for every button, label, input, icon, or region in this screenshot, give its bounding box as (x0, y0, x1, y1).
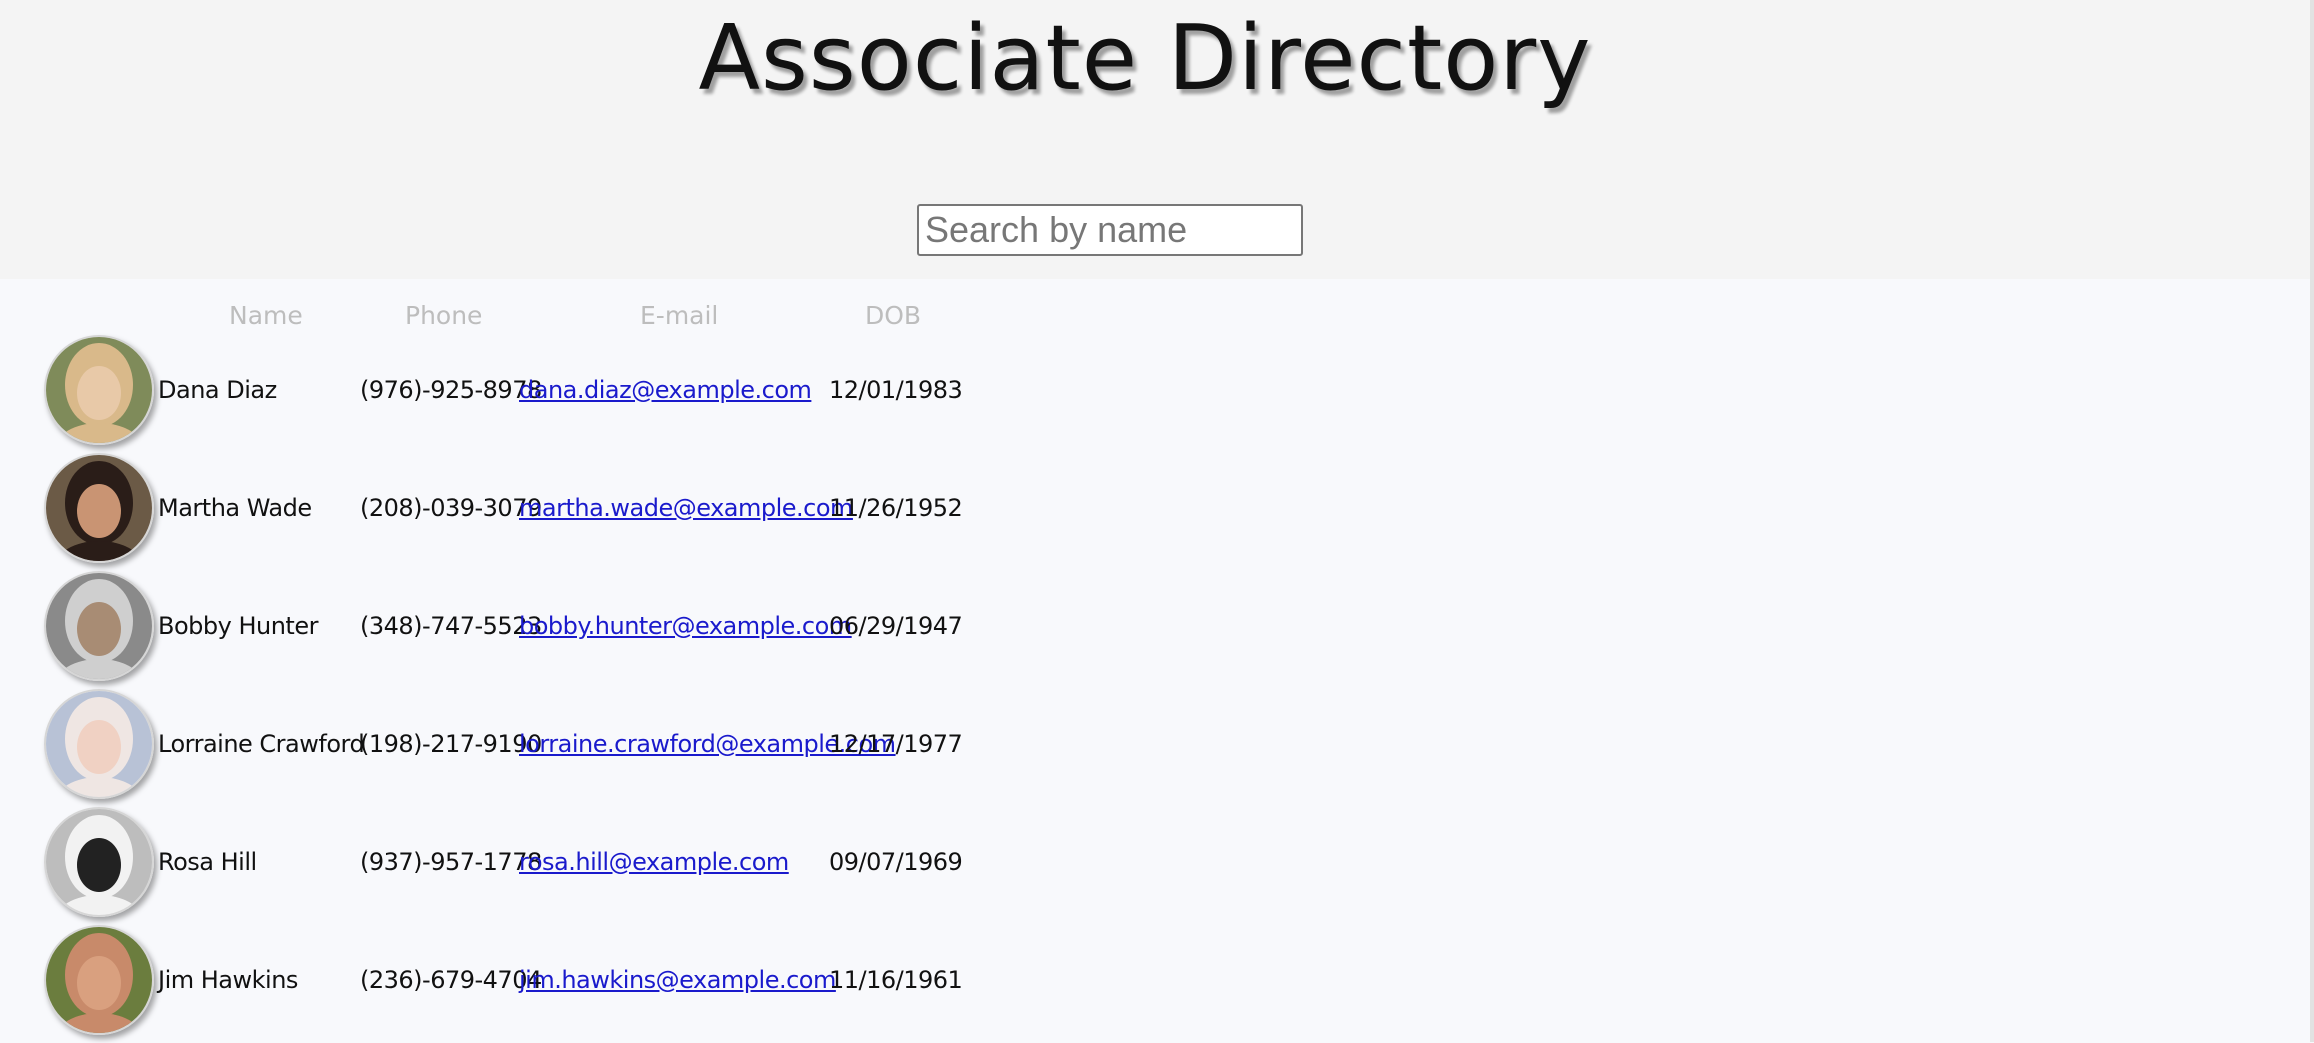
employee-dob: 09/07/1969 (829, 848, 963, 876)
employee-dob: 12/17/1977 (829, 730, 963, 758)
page-header: Associate Directory (0, 0, 2310, 279)
avatar (44, 807, 154, 917)
table-row: Lorraine Crawford (198)-217-9190 lorraine.… (0, 689, 1000, 807)
employee-name: Jim Hawkins (158, 966, 298, 994)
avatar (44, 453, 154, 563)
table-row: Jim Hawkins (236)-679-4704 jim.hawkins@exa… (0, 925, 1000, 1043)
page-title: Associate Directory (698, 6, 1592, 111)
table-row: Rosa Hill (937)-957-1778 rosa.hill@example… (0, 807, 1000, 925)
employee-phone: (937)-957-1778 (360, 848, 542, 876)
employee-name: Bobby Hunter (158, 612, 318, 640)
employee-phone: (198)-217-9190 (360, 730, 542, 758)
avatar (44, 925, 154, 1035)
column-header-email[interactable]: E-mail (640, 300, 718, 332)
employee-dob: 12/01/1983 (829, 376, 963, 404)
employee-email-link[interactable]: dana.diaz@example.com (519, 373, 812, 407)
avatar (44, 689, 154, 799)
search-input[interactable] (917, 204, 1303, 256)
employee-phone: (236)-679-4704 (360, 966, 542, 994)
column-header-name[interactable]: Name (229, 300, 303, 332)
employee-phone: (976)-925-8978 (360, 376, 542, 404)
employee-name: Lorraine Crawford (158, 730, 365, 758)
employee-dob: 11/16/1961 (829, 966, 963, 994)
column-header-phone[interactable]: Phone (405, 300, 482, 332)
column-header-dob[interactable]: DOB (865, 300, 921, 332)
employee-dob: 06/29/1947 (829, 612, 963, 640)
table-row: Dana Diaz (976)-925-8978 dana.diaz@example… (0, 335, 1000, 453)
employee-name: Dana Diaz (158, 376, 277, 404)
employee-email-link[interactable]: jim.hawkins@example.com (519, 963, 836, 997)
table-row: Martha Wade (208)-039-3079 martha.wade@exa… (0, 453, 1000, 571)
table-row: Bobby Hunter (348)-747-5523 bobby.hunter@e… (0, 571, 1000, 689)
employee-email-link[interactable]: rosa.hill@example.com (519, 845, 789, 879)
employee-dob: 11/26/1952 (829, 494, 963, 522)
employee-phone: (348)-747-5523 (360, 612, 542, 640)
employee-name: Rosa Hill (158, 848, 257, 876)
employee-email-link[interactable]: bobby.hunter@example.com (519, 609, 852, 643)
avatar (44, 571, 154, 681)
avatar (44, 335, 154, 445)
employee-name: Martha Wade (158, 494, 312, 522)
employee-phone: (208)-039-3079 (360, 494, 542, 522)
scrollbar-track[interactable] (2310, 0, 2314, 1042)
employee-email-link[interactable]: martha.wade@example.com (519, 491, 853, 525)
